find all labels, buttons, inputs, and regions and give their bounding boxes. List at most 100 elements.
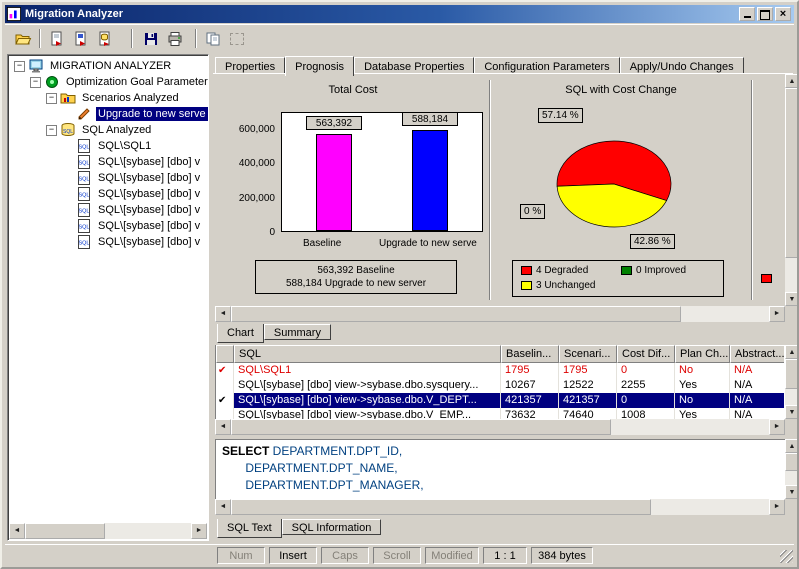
resize-grip[interactable] [780, 550, 793, 563]
scroll-down-icon[interactable] [785, 485, 799, 499]
cell-baseline: 10267 [501, 378, 559, 393]
prognosis-chart-pane: Total Cost 600,000 400,000 200,000 0 563… [215, 74, 785, 306]
scrollbar-track[interactable] [785, 359, 799, 405]
tree-item-upgrade-scenario[interactable]: Upgrade to new serve [8, 106, 208, 122]
column-header-cost-dif[interactable]: Cost Dif... [617, 345, 675, 363]
chart-hscrollbar[interactable] [215, 306, 785, 322]
scroll-left-icon[interactable] [215, 419, 231, 435]
tab-configuration-parameters[interactable]: Configuration Parameters [474, 57, 619, 74]
column-header-scenario[interactable]: Scenari... [559, 345, 617, 363]
column-header-check[interactable] [216, 345, 234, 363]
grid-vscrollbar[interactable] [785, 345, 799, 419]
tree-item-sql[interactable]: SQL SQL\[sybase] [dbo] v [8, 186, 208, 202]
tab-properties[interactable]: Properties [215, 57, 285, 74]
scrollbar-thumb[interactable] [231, 306, 681, 322]
sql-hscrollbar[interactable] [215, 499, 785, 515]
collapse-icon[interactable] [30, 77, 41, 88]
tab-sql-information[interactable]: SQL Information [282, 519, 382, 535]
tab-chart[interactable]: Chart [217, 324, 264, 343]
tree-hscrollbar[interactable] [9, 523, 207, 539]
cell-baseline: 73632 [501, 408, 559, 419]
tree-item-scenarios-analyzed[interactable]: Scenarios Analyzed [8, 90, 208, 106]
tree-item-sql[interactable]: SQL SQL\SQL1 [8, 138, 208, 154]
chart-vscrollbar[interactable] [785, 74, 799, 306]
scrollbar-track[interactable] [231, 419, 769, 435]
scrollbar-track[interactable] [785, 88, 799, 292]
tree-item-sql[interactable]: SQL SQL\[sybase] [dbo] v [8, 234, 208, 250]
cost-change-legend: 4 Degraded 0 Improved 3 Unchanged [512, 260, 724, 297]
export-report-button-3[interactable] [93, 27, 117, 50]
cost-axis-tick: 0 [269, 227, 275, 238]
column-header-sql[interactable]: SQL [234, 345, 501, 363]
scrollbar-track[interactable] [231, 306, 769, 322]
bar-plot-area: 563,392 588,184 [281, 112, 483, 232]
scrollbar-thumb[interactable] [231, 499, 651, 515]
column-header-plan-ch[interactable]: Plan Ch... [675, 345, 730, 363]
scroll-right-icon[interactable] [769, 499, 785, 515]
tree-item-migration-analyzer[interactable]: MIGRATION ANALYZER [8, 58, 208, 74]
scrollbar-thumb[interactable] [785, 359, 799, 389]
collapse-icon[interactable] [14, 61, 25, 72]
tree-item-optimization-goal[interactable]: Optimization Goal Parameter [8, 74, 208, 90]
tab-database-properties[interactable]: Database Properties [354, 57, 474, 74]
cost-change-chart: SQL with Cost Change 57.14 % 0 % 42.86 %… [494, 82, 748, 298]
tree-item-sql[interactable]: SQL SQL\[sybase] [dbo] v [8, 154, 208, 170]
save-button[interactable] [139, 27, 163, 50]
tree-item-label: SQL\[sybase] [dbo] v [96, 187, 202, 201]
scroll-right-icon[interactable] [191, 523, 207, 539]
open-button[interactable] [11, 27, 35, 50]
scroll-up-icon[interactable] [785, 439, 799, 453]
scrollbar-track[interactable] [785, 453, 799, 485]
tab-prognosis[interactable]: Prognosis [285, 56, 354, 76]
export-report-button-2[interactable] [69, 27, 93, 50]
scroll-left-icon[interactable] [9, 523, 25, 539]
scrollbar-thumb[interactable] [231, 419, 611, 435]
tree-item-sql[interactable]: SQL SQL\[sybase] [dbo] v [8, 170, 208, 186]
minimize-button[interactable] [739, 7, 755, 21]
tree-item-sql[interactable]: SQL SQL\[sybase] [dbo] v [8, 202, 208, 218]
sql-text-editor[interactable]: SELECT DEPARTMENT.DPT_ID, DEPARTMENT.DPT… [215, 439, 785, 499]
scroll-down-icon[interactable] [785, 292, 799, 306]
table-row[interactable]: SQL\SQL1 1795 1795 0 No N/A [216, 363, 785, 378]
collapse-icon[interactable] [46, 125, 57, 136]
scroll-right-icon[interactable] [769, 306, 785, 322]
copy-button[interactable] [201, 27, 225, 50]
open-folder-icon [14, 31, 32, 47]
cell-baseline: 1795 [501, 363, 559, 378]
scrollbar-track[interactable] [231, 499, 769, 515]
scroll-down-icon[interactable] [785, 405, 799, 419]
scrollbar-thumb[interactable] [785, 453, 799, 471]
close-button[interactable] [775, 7, 791, 21]
window-title: Migration Analyzer [25, 8, 739, 20]
grid-hscrollbar[interactable] [215, 419, 785, 435]
table-row-selected[interactable]: SQL\[sybase] [dbo] view->sybase.dbo.V_DE… [216, 393, 785, 408]
scroll-right-icon[interactable] [769, 419, 785, 435]
scroll-left-icon[interactable] [215, 499, 231, 515]
cell-cost-dif: 1008 [617, 408, 675, 419]
scrollbar-track[interactable] [25, 523, 191, 539]
titlebar[interactable]: Migration Analyzer [5, 5, 794, 23]
tree-item-sql[interactable]: SQL SQL\[sybase] [dbo] v [8, 218, 208, 234]
tab-apply-undo-changes[interactable]: Apply/Undo Changes [620, 57, 744, 74]
scrollbar-thumb[interactable] [25, 523, 105, 539]
export-report-button-1[interactable] [45, 27, 69, 50]
table-row[interactable]: SQL\[sybase] [dbo] view->sybase.dbo.V_EM… [216, 408, 785, 419]
column-header-abstract[interactable]: Abstract... [730, 345, 784, 363]
scroll-up-icon[interactable] [785, 74, 799, 88]
column-header-baseline[interactable]: Baselin... [501, 345, 559, 363]
legend-entry: 0 Improved [636, 265, 686, 276]
scrollbar-thumb[interactable] [785, 88, 799, 258]
print-button[interactable] [163, 27, 187, 50]
tab-summary[interactable]: Summary [264, 324, 331, 340]
scroll-up-icon[interactable] [785, 345, 799, 359]
tab-sql-text[interactable]: SQL Text [217, 519, 282, 538]
app-window: Migration Analyzer [0, 0, 799, 569]
maximize-button[interactable] [757, 7, 773, 21]
tree-item-sql-analyzed[interactable]: SQL SQL Analyzed [8, 122, 208, 138]
cell-plan-ch: Yes [675, 408, 730, 419]
collapse-icon[interactable] [46, 93, 57, 104]
sql-vscrollbar[interactable] [785, 439, 799, 499]
table-row[interactable]: SQL\[sybase] [dbo] view->sybase.dbo.sysq… [216, 378, 785, 393]
scroll-left-icon[interactable] [215, 306, 231, 322]
tree-item-label: Scenarios Analyzed [80, 91, 181, 105]
